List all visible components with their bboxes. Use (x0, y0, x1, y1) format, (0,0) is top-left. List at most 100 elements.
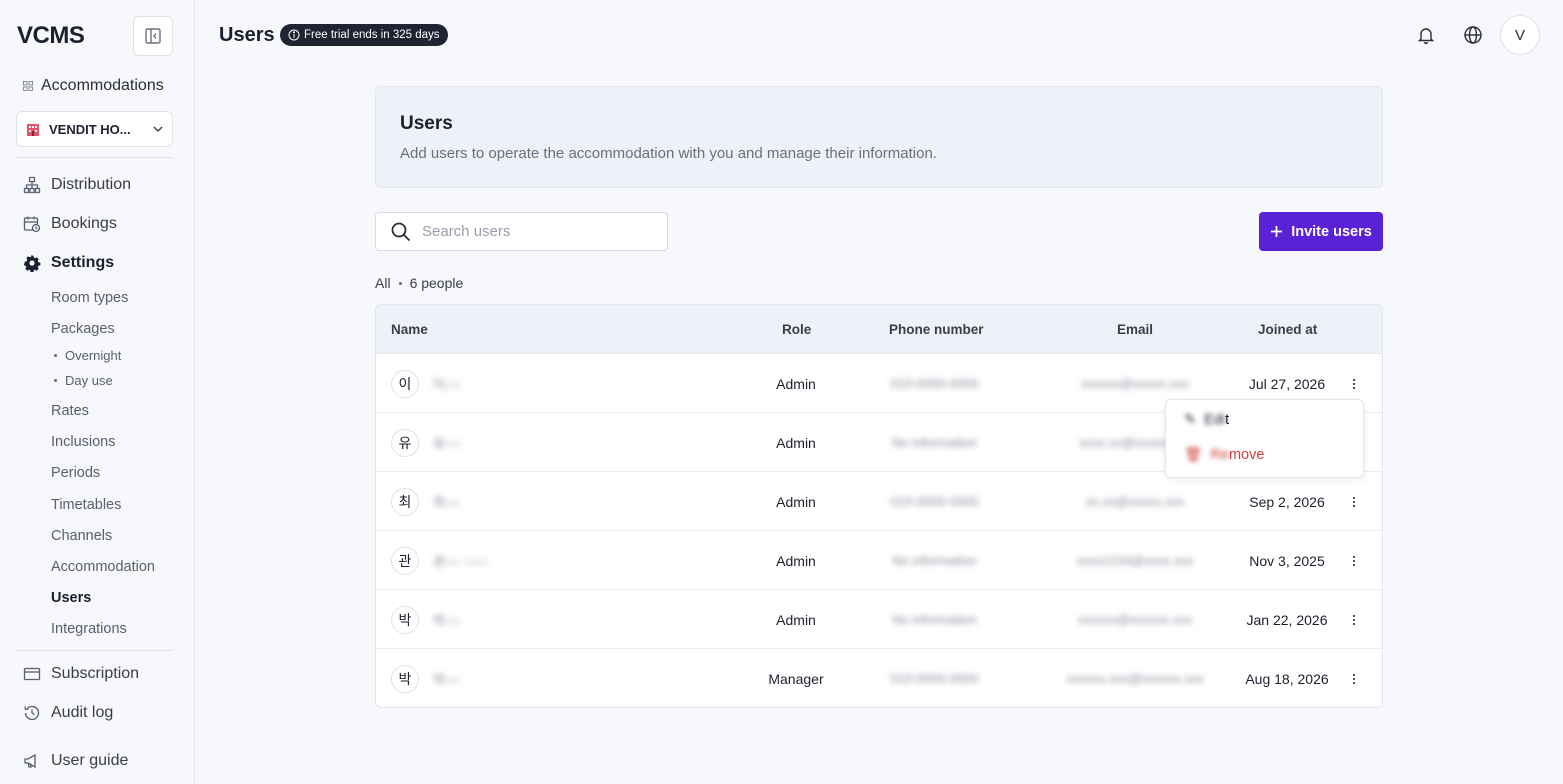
settings-channels[interactable]: Channels (51, 528, 112, 544)
invite-users-button[interactable]: Invite users (1259, 212, 1383, 251)
language-button[interactable] (1462, 24, 1484, 46)
accommodations-link[interactable]: Accommodations (23, 77, 164, 95)
pencil-icon: ✎ (1184, 412, 1197, 428)
user-name: 박○○ (433, 672, 461, 687)
settings-accommodation[interactable]: Accommodation (51, 559, 155, 575)
bullet (54, 354, 57, 357)
email-cell: xxxxxx.xxx@xxxxxx.xxx (1066, 671, 1204, 686)
row-more-button[interactable] (1346, 472, 1362, 531)
column-email: Email (1117, 322, 1154, 337)
settings-inclusions[interactable]: Inclusions (51, 434, 115, 450)
selected-accommodation: VENDIT HO... (49, 121, 131, 137)
app-logo[interactable]: VCMS (17, 22, 85, 50)
packages-day-use[interactable]: Day use (54, 373, 113, 388)
nav-audit-log[interactable]: Audit log (23, 704, 113, 722)
more-vertical-icon (1352, 614, 1356, 625)
name-cell: 이 이○○ (391, 354, 461, 413)
table-row[interactable]: 관 관○○ ○○○ Admin No information xxxx1234@xxxx… (376, 531, 1382, 590)
more-vertical-icon (1352, 555, 1356, 566)
packages-overnight[interactable]: Overnight (54, 348, 121, 363)
settings-integrations[interactable]: Integrations (51, 621, 127, 637)
user-avatar[interactable]: V (1500, 15, 1540, 55)
intro-panel: Users Add users to operate the accommoda… (375, 86, 1383, 188)
name-cell: 유 유○○ (391, 413, 461, 472)
remove-label: Remove (1210, 447, 1264, 463)
phone-cell: No information (892, 435, 977, 450)
name-cell: 최 최○○ (391, 472, 461, 531)
calendar-clock-icon (23, 216, 41, 233)
joined-cell: Jan 22, 2026 (1246, 611, 1328, 628)
row-more-button[interactable] (1346, 590, 1362, 649)
sidebar-divider (16, 650, 173, 651)
role-cell: Admin (776, 375, 816, 392)
search-box[interactable] (375, 212, 668, 251)
bullet (54, 379, 57, 382)
nav-subscription[interactable]: Subscription (23, 665, 139, 683)
table-row[interactable]: 박 박○○ Admin No information xxxxxx@xxxxxx.xxx… (376, 590, 1382, 649)
phone-cell: 010-0000-0000 (890, 671, 979, 686)
row-more-button[interactable] (1346, 649, 1362, 707)
trash-icon: 🗑 (1184, 447, 1203, 463)
settings-packages[interactable]: Packages (51, 321, 115, 337)
joined-cell: Nov 3, 2025 (1249, 552, 1325, 569)
user-initial-avatar: 박 (391, 605, 419, 634)
gear-icon (23, 254, 41, 272)
settings-timetables[interactable]: Timetables (51, 497, 121, 513)
column-name: Name (391, 322, 428, 337)
filter-all-label: All (375, 275, 391, 291)
edit-label-hidden: Edi (1204, 412, 1226, 428)
more-vertical-icon (1352, 673, 1356, 684)
distribution-icon (23, 176, 41, 194)
nav-subscription-label: Subscription (51, 665, 140, 682)
nav-distribution[interactable]: Distribution (23, 176, 131, 194)
column-phone: Phone number (889, 322, 984, 337)
name-cell: 관 관○○ ○○○ (391, 531, 488, 590)
intro-title: Users (400, 113, 453, 134)
name-cell: 박 박○○ (391, 590, 461, 649)
nav-audit-log-label: Audit log (51, 704, 114, 721)
packages-day-use-label: Day use (65, 373, 113, 388)
user-initial-avatar: 최 (391, 487, 419, 516)
accommodations-label: Accommodations (41, 77, 164, 94)
user-name: 이○○ (433, 377, 461, 392)
role-cell: Manager (768, 670, 824, 687)
remove-menu-item[interactable]: 🗑 Remove (1184, 446, 1264, 464)
table-header: Name Role Phone number Email Joined at (376, 305, 1382, 354)
nav-bookings[interactable]: Bookings (23, 215, 117, 233)
edit-label: Edit (1204, 412, 1229, 428)
settings-room-types[interactable]: Room types (51, 290, 128, 306)
people-count: 6 people (409, 275, 464, 291)
globe-icon (1464, 26, 1482, 44)
table-row[interactable]: 최 최○○ Admin 010-0000-0000 xx.xx@xxxxx.xxx Sep… (376, 472, 1382, 531)
settings-rates[interactable]: Rates (51, 403, 89, 419)
email-cell: xxxxxx@xxxxxx.xxx (1077, 612, 1193, 627)
nav-user-guide[interactable]: User guide (23, 752, 128, 770)
users-table: Name Role Phone number Email Joined at 이… (375, 304, 1383, 708)
column-joined: Joined at (1258, 322, 1318, 337)
collapse-sidebar-button[interactable] (133, 16, 173, 56)
more-vertical-icon (1352, 378, 1356, 389)
column-role: Role (782, 322, 812, 337)
accommodation-select[interactable]: VENDIT HO... (16, 111, 173, 147)
role-cell: Admin (776, 434, 816, 451)
sidebar-collapse-icon (145, 28, 161, 44)
email-cell: xxxx1234@xxxx.xxx (1076, 553, 1194, 568)
phone-cell: 010-0000-0000 (890, 376, 979, 391)
nav-settings[interactable]: Settings (23, 254, 114, 272)
user-name: 유○○ (433, 436, 461, 451)
user-name: 최○○ (433, 495, 461, 510)
intro-description: Add users to operate the accommodation w… (400, 145, 937, 162)
settings-periods[interactable]: Periods (51, 465, 100, 481)
settings-users[interactable]: Users (51, 590, 91, 606)
user-name: 관○○ ○○○ (433, 554, 488, 569)
user-count: All 6 people (375, 275, 463, 291)
search-input[interactable] (422, 223, 642, 240)
notifications-button[interactable] (1415, 24, 1437, 46)
table-row[interactable]: 박 박○○ Manager 010-0000-0000 xxxxxx.xxx@xxxxx… (376, 649, 1382, 707)
remove-label-hidden: Re (1210, 446, 1229, 463)
grid-icon (23, 81, 33, 91)
edit-menu-item[interactable]: ✎ Edit (1184, 412, 1229, 428)
row-more-button[interactable] (1346, 531, 1362, 590)
history-icon (24, 705, 40, 721)
sidebar: VCMS Accommodations VENDIT HO... Distrib… (0, 0, 195, 784)
